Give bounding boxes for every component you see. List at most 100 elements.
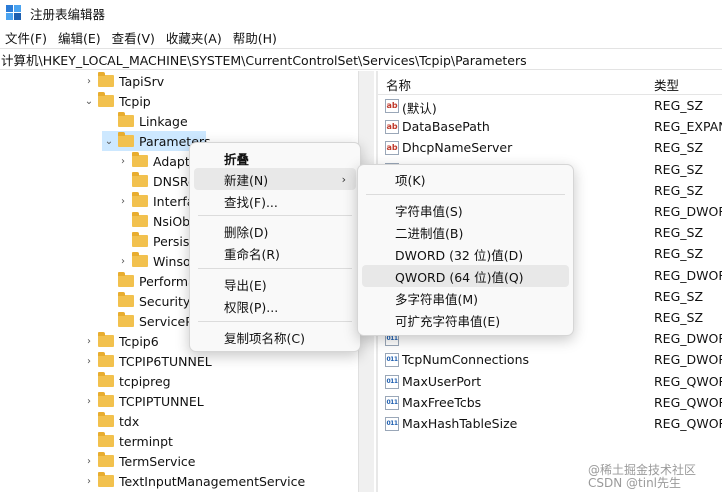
tree-item-label: terminpt [119,433,173,449]
menu-export-item[interactable]: 导出(E) [194,273,356,295]
chevron-right-icon: › [341,172,346,186]
menu-new-item[interactable]: 新建(N) › [194,168,356,190]
menu-item-label: 查找(F)... [224,194,278,210]
string-value-icon: ab [385,120,399,135]
column-type-header[interactable]: 类型 [654,75,679,94]
folder-icon [118,292,134,307]
value-type: REG_SZ [654,98,704,113]
menu-permissions-item[interactable]: 权限(P)... [194,295,356,317]
menu-rename-item[interactable]: 重命名(R) [194,242,356,264]
menu-edit[interactable]: 编辑(E) [53,28,107,47]
chevron-icon[interactable]: › [116,196,130,207]
submenu-dword-value[interactable]: DWORD (32 位)值(D) [362,243,569,265]
value-type: REG_SZ [654,310,704,325]
tree-item[interactable]: terminpt [82,431,173,451]
menu-item-label: 重命名(R) [224,246,280,262]
tree-item[interactable]: ⌄ Tcpip [82,91,151,111]
chevron-icon[interactable]: › [116,156,130,167]
chevron-icon[interactable]: ⌄ [102,136,116,147]
submenu-item-label: 可扩充字符串值(E) [395,313,501,329]
tree-item-label: TapiSrv [119,73,165,89]
submenu-expandable-string-value[interactable]: 可扩充字符串值(E) [362,309,569,331]
tree-item[interactable]: › TermService [82,451,196,471]
value-row[interactable]: ab (默认) REG_SZ [378,96,722,117]
tree-item-label: tdx [119,413,140,429]
value-name: (默认) [402,101,437,116]
submenu-binary-value[interactable]: 二进制值(B) [362,221,569,243]
submenu-string-value[interactable]: 字符串值(S) [362,199,569,221]
menu-bar: 文件(F) 编辑(E) 查看(V) 收藏夹(A) 帮助(H) [0,26,722,48]
folder-icon [98,452,114,467]
tree-item[interactable]: › TextInputManagementService [82,471,305,491]
menu-item-label: 导出(E) [224,277,267,293]
submenu-item-label: 二进制值(B) [395,225,464,241]
tree-item[interactable]: tcpipreg [82,371,171,391]
chevron-icon[interactable]: › [82,476,96,487]
chevron-icon[interactable]: › [82,456,96,467]
tree-item[interactable]: › TapiSrv [82,71,164,91]
submenu-item-label: DWORD (32 位)值(D) [395,247,524,263]
menu-view[interactable]: 查看(V) [107,28,161,47]
value-name: DataBasePath [402,119,490,135]
tree-item[interactable]: Linkage [102,111,188,131]
window-title: 注册表编辑器 [30,6,106,22]
chevron-icon[interactable]: › [116,256,130,267]
value-type: REG_QWORD [654,394,722,410]
menu-separator [198,215,352,216]
value-type: REG_SZ [654,182,704,198]
tree-item[interactable]: Security [102,291,190,311]
submenu-key[interactable]: 项(K) [362,168,569,190]
menu-help[interactable]: 帮助(H) [228,28,283,47]
folder-icon [98,432,114,447]
folder-icon [118,132,134,147]
column-name-header[interactable]: 名称 [386,75,411,94]
menu-separator [366,194,565,195]
menu-file[interactable]: 文件(F) [0,28,53,47]
tree-item[interactable]: tdx [82,411,139,431]
binary-value-icon: 011 [385,374,399,389]
tree-item-label: TermService [119,453,196,469]
menu-favorites[interactable]: 收藏夹(A) [161,28,228,47]
folder-icon [98,72,114,87]
address-bar[interactable]: 计算机\HKEY_LOCAL_MACHINE\SYSTEM\CurrentCon… [0,48,722,70]
regedit-window: 注册表编辑器 文件(F) 编辑(E) 查看(V) 收藏夹(A) 帮助(H) 计算… [0,0,722,492]
submenu-qword-value[interactable]: QWORD (64 位)值(Q) [362,265,569,287]
value-row[interactable]: 011TcpNumConnections REG_DWORD [378,350,722,371]
value-type: REG_QWORD [654,416,722,431]
menu-separator [198,268,352,269]
submenu-multi-string-value[interactable]: 多字符串值(M) [362,287,569,309]
value-name: DhcpNameServer [402,140,513,156]
menu-item-label: 新建(N) [224,172,269,188]
chevron-icon[interactable]: ⌄ [82,96,96,107]
chevron-icon[interactable]: › [82,396,96,407]
tree-item-label: TextInputManagementService [119,473,306,489]
value-row[interactable]: abDataBasePath REG_EXPAND_SZ [378,117,722,138]
tree-item-label: Tcpip6 [119,333,159,349]
tree-item[interactable]: › TCPIP6TUNNEL [82,351,212,371]
value-type: REG_SZ [654,246,704,262]
folder-icon [132,232,148,247]
binary-value-icon: 011 [385,417,399,431]
menu-find-item[interactable]: 查找(F)... [194,190,356,212]
menu-collapse-item[interactable]: 折叠 [194,147,356,169]
value-type: REG_SZ [654,288,704,304]
tree-item[interactable]: › TCPIPTUNNEL [82,391,204,411]
value-row[interactable]: 011MaxFreeTcbs REG_QWORD [378,393,722,414]
value-name: MaxFreeTcbs [402,394,482,410]
tree-item[interactable]: › Tcpip6 [82,331,159,351]
tree-item-label: TCPIPTUNNEL [119,393,204,409]
menu-delete-item[interactable]: 删除(D) [194,220,356,242]
value-row[interactable]: ab DhcpNameServer REG_SZ [378,138,722,159]
chevron-icon[interactable]: › [82,356,96,367]
value-row[interactable]: 011MaxHashTableSize REG_QWORD [378,414,722,435]
tree-item-label: tcpipreg [119,373,171,389]
menu-item-label: 删除(D) [224,224,269,240]
address-path[interactable]: 计算机\HKEY_LOCAL_MACHINE\SYSTEM\CurrentCon… [1,50,527,69]
value-row[interactable]: 011MaxUserPort REG_QWORD [378,372,722,393]
value-type: REG_EXPAND_SZ [654,119,722,135]
chevron-icon[interactable]: › [82,336,96,347]
chevron-icon[interactable]: › [82,76,96,87]
menu-copy-key-name-item[interactable]: 复制项名称(C) [194,326,356,348]
value-type: REG_DWORD [654,204,722,219]
watermark: @稀土掘金技术社区 CSDN @tinl先生 [588,464,696,490]
